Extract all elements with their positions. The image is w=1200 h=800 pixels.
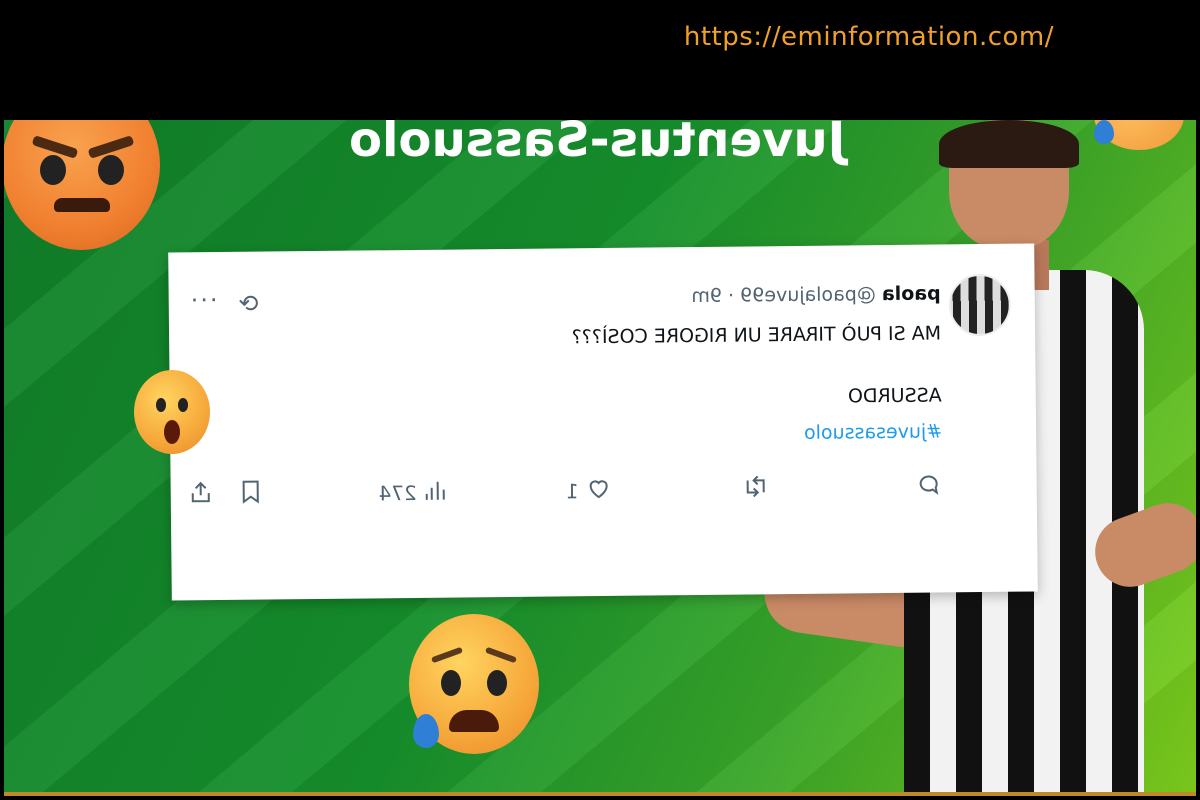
tweet-text-line-2: ASSURDO <box>847 384 942 408</box>
sad-eye-right <box>487 670 507 696</box>
tweet-hashtag[interactable]: #juvesassuolo <box>804 420 942 443</box>
surprised-emoji-icon <box>134 370 210 454</box>
share-button[interactable] <box>189 480 213 509</box>
meta-separator: · <box>727 284 735 307</box>
views-button[interactable]: 274 <box>378 478 446 508</box>
tear-icon <box>413 714 439 748</box>
angry-eye-left <box>40 155 66 185</box>
top-banner: https://eminformation.com/ <box>0 0 1200 120</box>
surprised-eye-right <box>178 398 188 412</box>
sad-mouth <box>449 710 499 732</box>
bookmark-button[interactable] <box>241 480 261 509</box>
like-count: 1 <box>565 478 579 503</box>
like-button[interactable]: 1 <box>566 476 611 505</box>
views-count: 274 <box>378 480 417 505</box>
tweet-text-line-1: MA SI PUÒ TIRARE UN RIGORE COSÌ??? <box>571 322 942 349</box>
tear-icon <box>1094 120 1114 144</box>
author-name[interactable]: paola <box>882 282 941 305</box>
player-hair <box>939 120 1079 168</box>
share-icon <box>189 480 213 509</box>
angry-mouth <box>54 198 110 212</box>
bookmark-icon <box>241 480 261 509</box>
sad-brow-right <box>484 646 518 664</box>
reply-button[interactable] <box>909 472 941 501</box>
angry-emoji-icon <box>4 120 160 250</box>
tweet-author[interactable]: paola @paolajuve99 · 9m <box>691 282 941 307</box>
views-icon <box>425 478 447 507</box>
heart-icon <box>587 476 611 505</box>
source-url[interactable]: https://eminformation.com/ <box>684 22 1054 52</box>
video-frame: Juventus-Sassuolo paola @paolajuve99 · 9… <box>4 120 1196 796</box>
reply-icon <box>917 472 941 501</box>
angry-eye-right <box>98 155 124 185</box>
retweet-button[interactable] <box>735 474 769 503</box>
surprised-mouth <box>164 420 180 444</box>
tweet-time[interactable]: 9m <box>691 285 722 307</box>
grok-icon[interactable]: ⟳ <box>239 290 259 318</box>
surprised-eye-left <box>156 398 166 412</box>
frame-border <box>4 792 1196 796</box>
more-icon[interactable]: ··· <box>189 286 218 314</box>
sad-eye-left <box>441 670 461 696</box>
retweet-icon <box>743 474 769 503</box>
author-handle[interactable]: @paolajuve99 <box>740 283 876 306</box>
sad-brow-left <box>430 646 464 664</box>
sad-emoji-icon <box>409 614 539 754</box>
tweet-card[interactable]: paola @paolajuve99 · 9m ⟳ ··· MA SI PUÒ … <box>168 243 1038 601</box>
tweet-mirrored-content: paola @paolajuve99 · 9m ⟳ ··· MA SI PUÒ … <box>168 243 1038 600</box>
avatar[interactable] <box>948 273 1012 337</box>
